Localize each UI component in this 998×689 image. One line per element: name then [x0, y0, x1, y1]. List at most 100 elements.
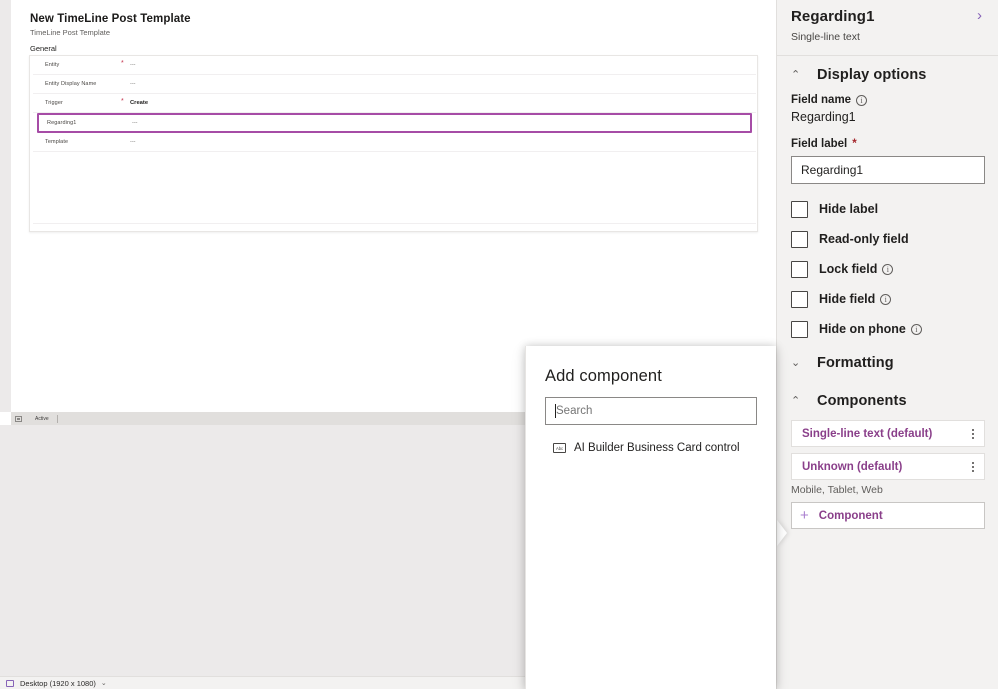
field-name-label-row: Field name i — [791, 94, 984, 106]
component-item-unknown[interactable]: Unknown (default) — [791, 453, 985, 480]
form-field-rows: Entity * --- Entity Display Name --- Tri… — [33, 56, 756, 224]
chevron-right-icon[interactable]: › — [977, 6, 984, 25]
component-platforms-label: Mobile, Tablet, Web — [791, 484, 883, 496]
checkbox-row-hide-field[interactable]: Hide field i — [791, 284, 984, 314]
form-row-label: Trigger — [45, 100, 63, 106]
screen-size-label[interactable]: Desktop (1920 x 1080) — [20, 679, 96, 688]
chevron-up-icon[interactable]: ⌃ — [791, 396, 807, 407]
label-text: Read-only field — [819, 232, 909, 246]
checkbox-label: Hide label — [819, 202, 878, 216]
checkbox-hide-label[interactable] — [791, 200, 808, 218]
component-search-box[interactable] — [545, 397, 757, 425]
checkbox-row-hide-label[interactable]: Hide label — [791, 194, 984, 224]
section-title: Components — [817, 393, 907, 409]
form-row-entity-display-name[interactable]: Entity Display Name --- — [33, 75, 756, 94]
components-header[interactable]: ⌃ Components — [791, 382, 984, 420]
form-row-empty-space — [33, 152, 756, 224]
chevron-down-icon[interactable]: ⌄ — [791, 358, 807, 369]
checkbox-row-hide-on-phone[interactable]: Hide on phone i — [791, 314, 984, 344]
label-text: Hide field — [819, 292, 876, 306]
checkbox-lock-field[interactable] — [791, 260, 808, 278]
component-item-label: Unknown (default) — [802, 460, 903, 473]
form-row-label: Template — [45, 139, 69, 145]
display-options-checkbox-group: Hide label Read-only field Lock field i — [791, 194, 984, 344]
form-header: New TimeLine Post Template TimeLine Post… — [30, 12, 530, 38]
display-options-header[interactable]: ⌃ Display options — [791, 56, 984, 94]
form-row-value: Create — [130, 100, 149, 106]
screen-size-icon — [6, 679, 14, 687]
form-section-card: Entity * --- Entity Display Name --- Tri… — [29, 55, 758, 232]
checkbox-label: Hide field i — [819, 292, 892, 306]
form-row-value: --- — [130, 139, 136, 145]
component-item-label: Single-line text (default) — [802, 427, 933, 440]
field-label-input-wrapper[interactable] — [791, 156, 985, 184]
checkbox-hide-field[interactable] — [791, 290, 808, 308]
form-subtitle: TimeLine Post Template — [30, 28, 111, 37]
add-component-button[interactable]: + Component — [791, 502, 985, 529]
form-row-trigger[interactable]: Trigger * Create — [33, 94, 756, 113]
field-label-label-row: Field label * — [791, 138, 984, 150]
list-item[interactable]: Abc AI Builder Business Card control — [526, 436, 777, 460]
checkbox-hide-on-phone[interactable] — [791, 320, 808, 338]
form-row-value: --- — [130, 81, 136, 87]
flyout-callout-pointer — [777, 520, 787, 546]
required-asterisk: * — [121, 60, 124, 67]
components-section: ⌃ Components Single-line text (default) … — [777, 382, 998, 529]
component-item-single-line-text[interactable]: Single-line text (default) — [791, 420, 985, 447]
checkbox-label: Read-only field — [819, 232, 909, 246]
abc-text-icon: Abc — [553, 443, 566, 453]
component-name: AI Builder Business Card control — [574, 442, 740, 454]
info-icon[interactable]: i — [910, 323, 922, 335]
form-row-label: Entity — [45, 62, 60, 68]
field-label-label: Field label — [791, 138, 848, 150]
form-row-template[interactable]: Template --- — [33, 133, 756, 152]
field-name-label: Field name — [791, 94, 852, 106]
form-row-label: Entity Display Name — [45, 81, 97, 87]
required-asterisk: * — [121, 98, 124, 105]
canvas-left-gutter — [0, 0, 11, 412]
label-text: Hide label — [819, 202, 879, 216]
page-title: Regarding1 — [791, 8, 875, 25]
formatting-section: ⌄ Formatting — [777, 344, 998, 382]
form-row-entity[interactable]: Entity * --- — [33, 56, 756, 75]
field-label-input[interactable] — [792, 163, 984, 177]
more-options-icon[interactable] — [972, 461, 984, 472]
chevron-up-icon[interactable]: ⌃ — [791, 70, 807, 81]
required-asterisk: * — [852, 138, 857, 150]
section-title: Display options — [817, 67, 927, 83]
field-name-value: Regarding1 — [791, 110, 856, 124]
form-row-value: --- — [130, 62, 136, 68]
form-row-regarding1-selected[interactable]: Regarding1 --- — [37, 113, 752, 133]
checkbox-label: Hide on phone i — [819, 322, 922, 336]
record-status-text: Active — [35, 415, 49, 422]
formatting-header[interactable]: ⌄ Formatting — [791, 344, 984, 382]
section-title: Formatting — [817, 355, 894, 371]
info-icon[interactable]: i — [856, 94, 868, 106]
field-type-label: Single-line text — [791, 31, 860, 43]
info-icon[interactable]: i — [880, 293, 892, 305]
status-divider — [56, 414, 58, 423]
checkbox-label: Lock field i — [819, 262, 894, 276]
add-component-flyout: Add component Abc AI Builder Business Ca… — [525, 346, 776, 689]
label-text: Hide on phone — [819, 322, 906, 336]
more-options-icon[interactable] — [972, 428, 984, 439]
display-options-section: ⌃ Display options Field name i Regarding… — [777, 56, 998, 344]
form-row-label: Regarding1 — [47, 120, 77, 126]
record-state-icon — [15, 415, 22, 422]
component-results-list: Abc AI Builder Business Card control — [526, 436, 777, 460]
label-text: Lock field — [819, 262, 878, 276]
form-row-value: --- — [132, 120, 138, 126]
form-title: New TimeLine Post Template — [30, 13, 191, 25]
search-input[interactable] — [556, 405, 742, 417]
info-icon[interactable]: i — [882, 263, 894, 275]
power-apps-form-designer: New TimeLine Post Template TimeLine Post… — [0, 0, 998, 689]
checkbox-row-read-only-field[interactable]: Read-only field — [791, 224, 984, 254]
checkbox-row-lock-field[interactable]: Lock field i — [791, 254, 984, 284]
plus-icon: + — [800, 506, 809, 524]
properties-header: Regarding1 › Single-line text — [777, 0, 998, 55]
properties-panel: Regarding1 › Single-line text ⌃ Display … — [776, 0, 998, 689]
chevron-down-icon[interactable]: ⌄ — [101, 679, 107, 687]
flyout-title: Add component — [545, 367, 662, 385]
checkbox-read-only-field[interactable] — [791, 230, 808, 248]
add-component-label: Component — [818, 509, 883, 522]
